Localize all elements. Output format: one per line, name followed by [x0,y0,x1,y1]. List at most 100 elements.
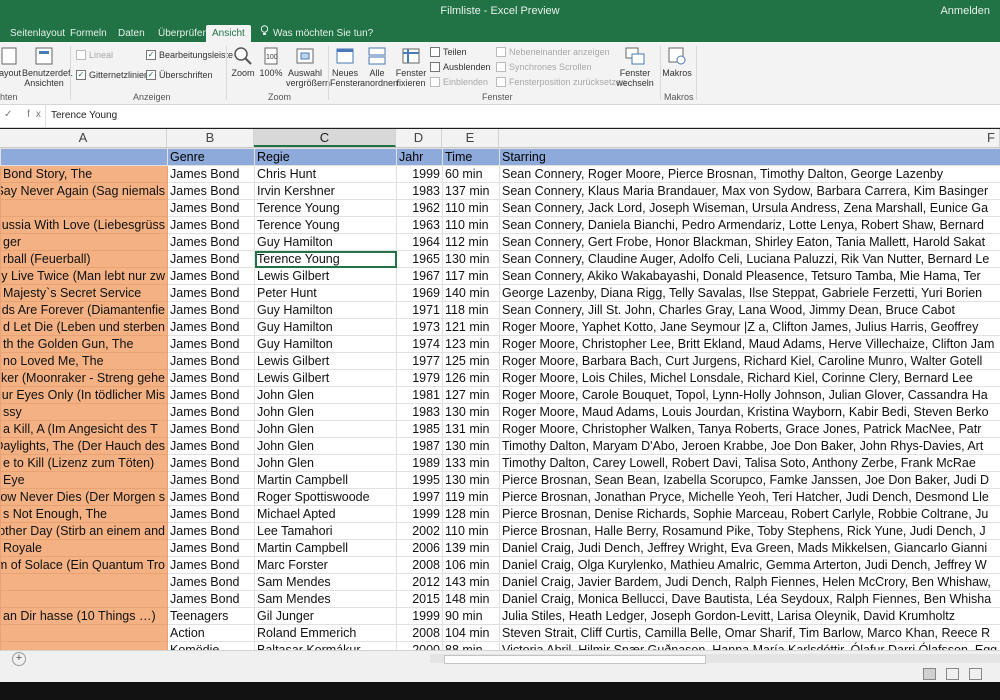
ruler-checkbox[interactable]: Lineal [76,50,113,60]
cell-title[interactable]: ssy [0,403,168,421]
hide-button[interactable]: Ausblenden [430,62,491,72]
cell-genre[interactable]: James Bond [167,335,255,353]
cell-jahr[interactable]: 1995 [396,471,443,489]
cell-starring[interactable]: Sean Connery, Klaus Maria Brandauer, Max… [499,182,1000,200]
cell-title[interactable]: Royale [0,539,168,557]
cell-jahr[interactable]: 2012 [396,573,443,591]
sync-scroll-button[interactable]: Synchrones Scrollen [496,62,592,72]
cell-regie[interactable]: Baltasar Kormákur [254,641,397,650]
cell-time[interactable]: 60 min [442,165,500,183]
cell-regie[interactable]: John Glen [254,386,397,404]
cell-starring[interactable]: Daniel Craig, Judi Dench, Jeffrey Wright… [499,539,1000,557]
active-cell[interactable]: Terence Young [254,250,397,268]
page-layout-view-icon[interactable] [946,668,959,680]
cell-starring[interactable]: Roger Moore, Barbara Bach, Curt Jurgens,… [499,352,1000,370]
cell-title[interactable]: rball (Feuerball) [0,250,168,268]
cell-jahr[interactable]: 1963 [396,216,443,234]
cell-title[interactable]: th the Golden Gun, The [0,335,168,353]
cell-regie[interactable]: Terence Young [254,216,397,234]
split-button[interactable]: Teilen [430,47,467,57]
cell-genre[interactable]: James Bond [167,573,255,591]
cell-title[interactable]: Majesty`s Secret Service [0,284,168,302]
tab-formeln[interactable]: Formeln [64,25,113,42]
header-cell-jahr[interactable]: Jahr [396,148,443,166]
zoom-button[interactable]: Zoom [230,46,256,78]
cell-time[interactable]: 126 min [442,369,500,387]
cell-starring[interactable]: Roger Moore, Christopher Lee, Britt Ekla… [499,335,1000,353]
macros-button[interactable]: Makros [662,46,692,78]
cell-starring[interactable]: Timothy Dalton, Maryam D'Abo, Jeroen Kra… [499,437,1000,455]
cell-starring[interactable]: Sean Connery, Akiko Wakabayashi, Donald … [499,267,1000,285]
cell-jahr[interactable]: 1987 [396,437,443,455]
tab-daten[interactable]: Daten [112,25,151,42]
cell-regie[interactable]: Sam Mendes [254,573,397,591]
cell-regie[interactable]: Martin Campbell [254,471,397,489]
cell-title[interactable]: no Loved Me, The [0,352,168,370]
arrange-all-button[interactable]: Alle anordnen [360,46,398,88]
cell-genre[interactable]: James Bond [167,318,255,336]
cell-genre[interactable]: James Bond [167,471,255,489]
switch-windows-button[interactable]: Fenster wechseln [612,46,658,88]
cell-title[interactable]: other Day (Stirb an einem and [0,522,168,540]
cell-regie[interactable]: Lee Tamahori [254,522,397,540]
cell-starring[interactable]: Victoria Abril, Hilmir Snær Guðnason, Ha… [499,641,1000,650]
cell-genre[interactable]: James Bond [167,216,255,234]
cell-title[interactable]: m of Solace (Ein Quantum Tro [0,556,168,574]
cell-time[interactable]: 121 min [442,318,500,336]
cell-genre[interactable]: Komödie [167,641,255,650]
cell-title[interactable]: ker (Moonraker - Streng gehe [0,369,168,387]
header-cell-time[interactable]: Time [442,148,500,166]
cell-time[interactable]: 130 min [442,471,500,489]
cell-jahr[interactable]: 1967 [396,267,443,285]
column-header-d[interactable]: D [396,129,442,147]
page-layout-button[interactable]: layout [0,46,24,78]
cell-title[interactable]: d Let Die (Leben und sterben [0,318,168,336]
cell-time[interactable]: 143 min [442,573,500,591]
cell-genre[interactable]: James Bond [167,488,255,506]
cell-regie[interactable]: Guy Hamilton [254,335,397,353]
tab-seitenlayout[interactable]: Seitenlayout [4,25,71,42]
cell-regie[interactable]: Guy Hamilton [254,301,397,319]
cell-starring[interactable]: Steven Strait, Cliff Curtis, Camilla Bel… [499,624,1000,642]
cell-jahr[interactable]: 1962 [396,199,443,217]
cell-jahr[interactable]: 1977 [396,352,443,370]
cell-jahr[interactable]: 1979 [396,369,443,387]
cell-regie[interactable]: Chris Hunt [254,165,397,183]
cell-title[interactable] [0,624,168,642]
cell-genre[interactable]: James Bond [167,182,255,200]
cell-genre[interactable]: James Bond [167,267,255,285]
cell-starring[interactable]: Timothy Dalton, Carey Lowell, Robert Dav… [499,454,1000,472]
cell-title[interactable]: ly Live Twice (Man lebt nur zw [0,267,168,285]
zoom-selection-button[interactable]: Auswahl vergrößern [286,46,330,88]
cell-title[interactable] [0,573,168,591]
cell-time[interactable]: 88 min [442,641,500,650]
cell-jahr[interactable]: 1999 [396,505,443,523]
tab-ueberpruefen[interactable]: Überprüfen [152,25,214,42]
tell-me-search[interactable]: Was möchten Sie tun? [254,25,379,42]
cell-regie[interactable]: Gil Junger [254,607,397,625]
cell-title[interactable]: Eye [0,471,168,489]
formula-input[interactable]: Terence Young [45,105,991,127]
headings-checkbox[interactable]: ✓ Überschriften [146,70,213,80]
cell-regie[interactable]: Lewis Gilbert [254,369,397,387]
cell-time[interactable]: 106 min [442,556,500,574]
cell-jahr[interactable]: 1989 [396,454,443,472]
cell-starring[interactable]: Sean Connery, Gert Frobe, Honor Blackman… [499,233,1000,251]
cell-time[interactable]: 148 min [442,590,500,608]
cell-genre[interactable]: James Bond [167,420,255,438]
gridlines-checkbox[interactable]: ✓ Gitternetzlinien [76,70,149,80]
header-cell-title[interactable] [0,148,168,166]
cell-regie[interactable]: Sam Mendes [254,590,397,608]
cell-jahr[interactable]: 1964 [396,233,443,251]
cell-jahr[interactable]: 1983 [396,403,443,421]
cell-time[interactable]: 123 min [442,335,500,353]
cell-title[interactable]: ur Eyes Only (In tödlicher Mis [0,386,168,404]
cell-jahr[interactable]: 1971 [396,301,443,319]
cell-starring[interactable]: Roger Moore, Christopher Walken, Tanya R… [499,420,1000,438]
cell-title[interactable]: Daylights, The (Der Hauch des [0,437,168,455]
cell-time[interactable]: 130 min [442,403,500,421]
cell-starring[interactable]: Daniel Craig, Javier Bardem, Judi Dench,… [499,573,1000,591]
cell-starring[interactable]: Pierce Brosnan, Halle Berry, Rosamund Pi… [499,522,1000,540]
cell-title[interactable] [0,199,168,217]
page-break-view-icon[interactable] [969,668,982,680]
